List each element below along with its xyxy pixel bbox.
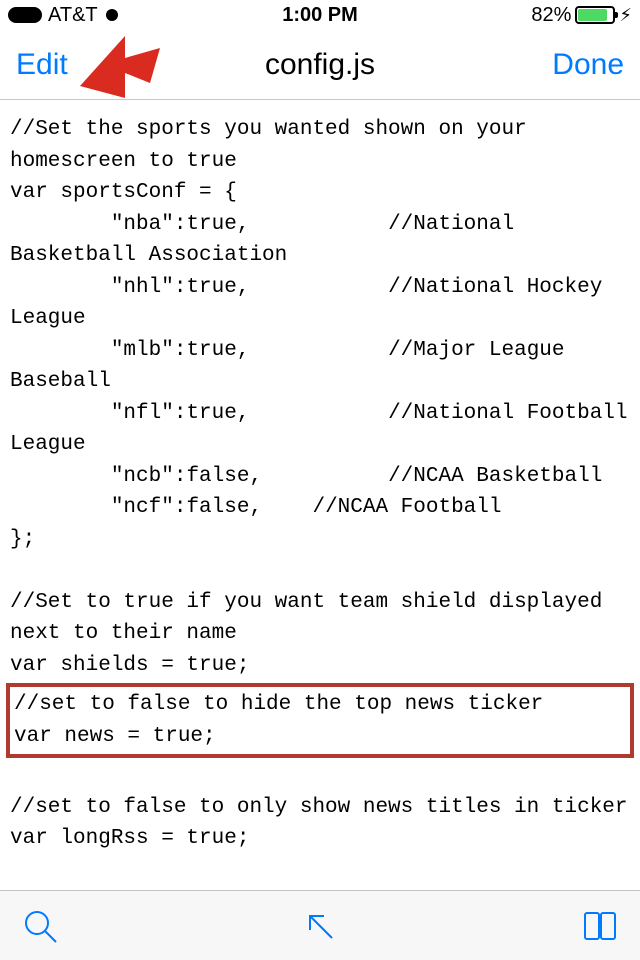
resize-arrow-icon[interactable] xyxy=(300,906,340,946)
status-bar: AT&T 1:00 PM 82% ⚡︎ xyxy=(0,0,640,30)
charging-icon: ⚡︎ xyxy=(619,5,632,26)
page-title: config.js xyxy=(265,48,375,82)
signal-strength-icon xyxy=(8,7,42,23)
clock-label: 1:00 PM xyxy=(282,4,358,27)
highlighted-code: //set to false to hide the top news tick… xyxy=(6,683,634,758)
battery-icon xyxy=(575,6,615,24)
status-left: AT&T xyxy=(8,4,118,27)
book-icon[interactable] xyxy=(580,906,620,946)
edit-button[interactable]: Edit xyxy=(16,48,68,82)
code-block-2: //set to false to only show news titles … xyxy=(10,796,628,851)
code-block-1: //Set the sports you wanted shown on you… xyxy=(10,118,640,677)
code-editor-content[interactable]: //Set the sports you wanted shown on you… xyxy=(0,100,640,869)
bottom-toolbar xyxy=(0,890,640,960)
loading-dot-icon xyxy=(106,9,118,21)
battery-percent-label: 82% xyxy=(531,4,571,27)
search-icon[interactable] xyxy=(20,906,60,946)
carrier-label: AT&T xyxy=(48,4,98,27)
done-button[interactable]: Done xyxy=(552,48,624,82)
nav-bar: Edit config.js Done xyxy=(0,30,640,100)
status-right: 82% ⚡︎ xyxy=(531,4,632,27)
